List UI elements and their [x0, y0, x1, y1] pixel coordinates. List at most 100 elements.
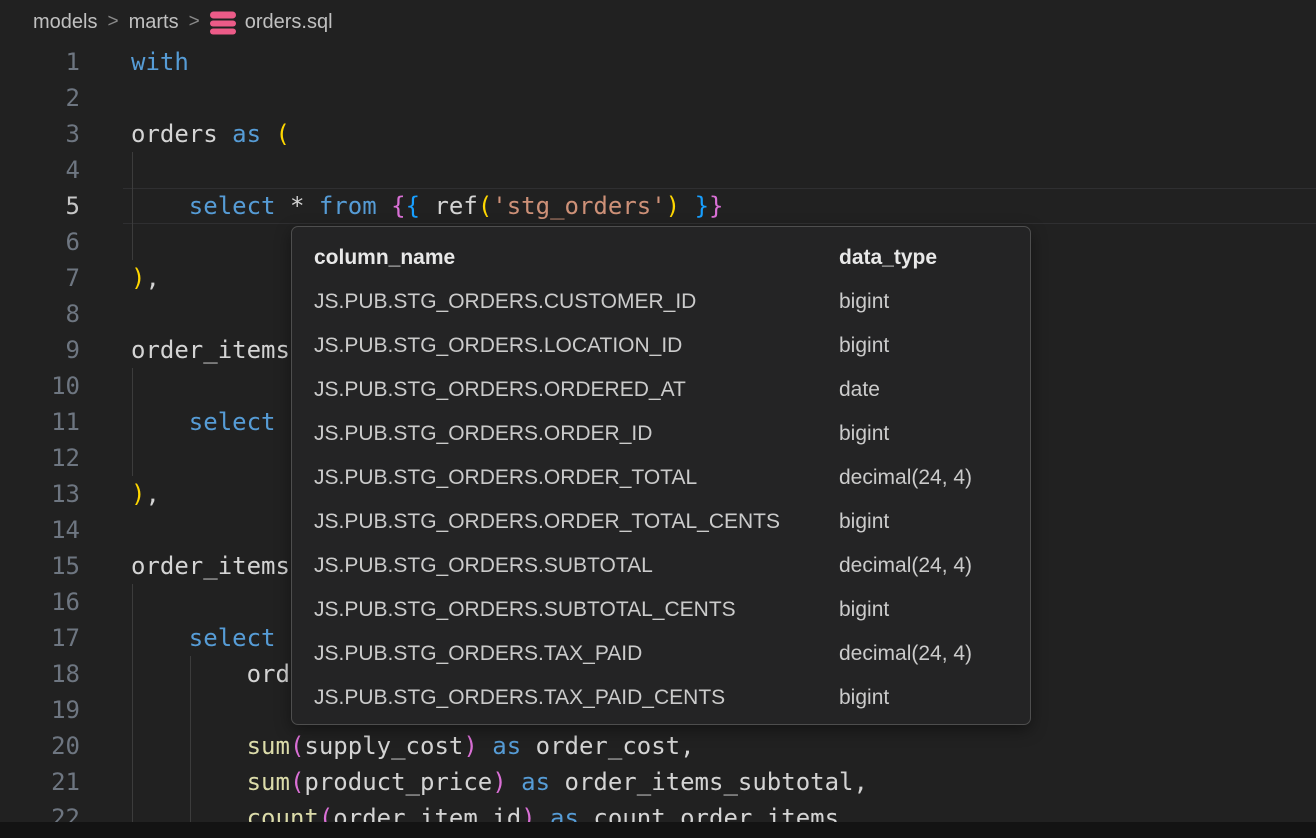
code-line[interactable]: 20 sum(supply_cost) as order_cost, [0, 728, 1316, 764]
popup-cell-column-name: JS.PUB.STG_ORDERS.ORDER_TOTAL [314, 466, 839, 490]
popup-column-row: JS.PUB.STG_ORDERS.LOCATION_IDbigint [292, 324, 1030, 368]
token-kw: as [232, 120, 275, 148]
token-id: orders [131, 120, 232, 148]
popup-cell-column-name: JS.PUB.STG_ORDERS.CUSTOMER_ID [314, 290, 839, 314]
indent-guide [132, 368, 133, 404]
bottom-panel-strip [0, 822, 1316, 838]
token-b2: ) [492, 768, 506, 796]
popup-cell-data-type: bigint [839, 422, 1008, 446]
token-id [276, 192, 290, 220]
token-fn: sum [247, 768, 290, 796]
breadcrumb-item-marts[interactable]: marts [129, 11, 179, 34]
code-line-text: order_items [131, 548, 290, 584]
indent-guide [132, 440, 133, 476]
token-b2: { [391, 192, 405, 220]
code-line-text: order_items [131, 332, 290, 368]
breadcrumb-label: orders.sql [245, 11, 333, 34]
token-kw: as [492, 732, 521, 760]
token-id [131, 192, 189, 220]
token-b2: ) [463, 732, 477, 760]
token-kw: with [131, 48, 189, 76]
popup-cell-data-type: bigint [839, 290, 1008, 314]
token-b3: } [695, 192, 709, 220]
token-id: order_items_subtotal, [550, 768, 868, 796]
popup-cell-column-name: JS.PUB.STG_ORDERS.ORDER_TOTAL_CENTS [314, 510, 839, 534]
token-id: order_items [131, 336, 290, 364]
popup-cell-data-type: bigint [839, 334, 1008, 358]
popup-cell-data-type: decimal(24, 4) [839, 642, 1008, 666]
popup-column-row: JS.PUB.STG_ORDERS.SUBTOTAL_CENTSbigint [292, 588, 1030, 632]
hover-popup-column-table: column_namedata_typeJS.PUB.STG_ORDERS.CU… [291, 226, 1031, 725]
popup-cell-column-name: JS.PUB.STG_ORDERS.ORDER_ID [314, 422, 839, 446]
code-line-text: sum(product_price) as order_items_subtot… [131, 764, 868, 800]
line-number: 15 [0, 548, 80, 584]
popup-cell-data-type: bigint [839, 598, 1008, 622]
popup-cell-column-name: JS.PUB.STG_ORDERS.TAX_PAID_CENTS [314, 686, 839, 710]
breadcrumb-separator: > [107, 11, 118, 33]
token-id: , [145, 480, 159, 508]
line-number: 7 [0, 260, 80, 296]
line-number: 4 [0, 152, 80, 188]
popup-cell-column-name: JS.PUB.STG_ORDERS.SUBTOTAL [314, 554, 839, 578]
code-line[interactable]: 4 [0, 152, 1316, 188]
line-number: 14 [0, 512, 80, 548]
token-id: product_price [304, 768, 492, 796]
popup-column-row: JS.PUB.STG_ORDERS.ORDER_IDbigint [292, 412, 1030, 456]
token-id [131, 732, 247, 760]
token-id [478, 732, 492, 760]
indent-guide [132, 584, 133, 620]
token-b2: ( [290, 732, 304, 760]
breadcrumb: models>marts>orders.sql [0, 0, 1316, 44]
breadcrumb-item-models[interactable]: models [33, 11, 97, 34]
popup-cell-data-type: bigint [839, 686, 1008, 710]
breadcrumb-label: marts [129, 11, 179, 34]
token-kw: from [319, 192, 377, 220]
breadcrumb-item-orders-sql[interactable]: orders.sql [210, 10, 333, 35]
line-number: 2 [0, 80, 80, 116]
code-line[interactable]: 1 with [0, 44, 1316, 80]
token-id [377, 192, 391, 220]
code-line[interactable]: 2 [0, 80, 1316, 116]
code-line-text: with [131, 44, 189, 80]
token-id: order_items [131, 552, 290, 580]
token-id: ref [434, 192, 477, 220]
code-line[interactable]: 3 orders as ( [0, 116, 1316, 152]
line-number: 17 [0, 620, 80, 656]
indent-guide [132, 224, 133, 260]
line-number: 21 [0, 764, 80, 800]
token-id [680, 192, 694, 220]
token-id: ord [247, 660, 290, 688]
token-id: supply_cost [304, 732, 463, 760]
line-number: 18 [0, 656, 80, 692]
token-id: order_cost, [521, 732, 694, 760]
indent-guide [190, 692, 191, 728]
line-number: 13 [0, 476, 80, 512]
token-str: 'stg_orders' [492, 192, 665, 220]
token-id [420, 192, 434, 220]
popup-column-row: JS.PUB.STG_ORDERS.CUSTOMER_IDbigint [292, 280, 1030, 324]
line-number: 20 [0, 728, 80, 764]
line-number: 1 [0, 44, 80, 80]
token-b2: } [709, 192, 723, 220]
token-b2: ( [290, 768, 304, 796]
popup-column-row: JS.PUB.STG_ORDERS.ORDERED_ATdate [292, 368, 1030, 412]
token-kw: select [189, 192, 276, 220]
popup-column-row: JS.PUB.STG_ORDERS.SUBTOTALdecimal(24, 4) [292, 544, 1030, 588]
token-id [507, 768, 521, 796]
token-kw: as [521, 768, 550, 796]
token-b1: ( [478, 192, 492, 220]
code-line[interactable]: 21 sum(product_price) as order_items_sub… [0, 764, 1316, 800]
popup-cell-column-name: JS.PUB.STG_ORDERS.ORDERED_AT [314, 378, 839, 402]
token-id [131, 660, 247, 688]
popup-cell-data-type: bigint [839, 510, 1008, 534]
token-b3: { [406, 192, 420, 220]
database-icon [210, 10, 236, 35]
popup-cell-data-type: date [839, 378, 1008, 402]
line-number: 12 [0, 440, 80, 476]
line-number: 6 [0, 224, 80, 260]
code-line[interactable]: 5 select * from {{ ref('stg_orders') }} [0, 188, 1316, 224]
token-id [131, 768, 247, 796]
popup-header-column-name: column_name [314, 246, 839, 270]
line-number: 3 [0, 116, 80, 152]
token-b1: ( [276, 120, 290, 148]
